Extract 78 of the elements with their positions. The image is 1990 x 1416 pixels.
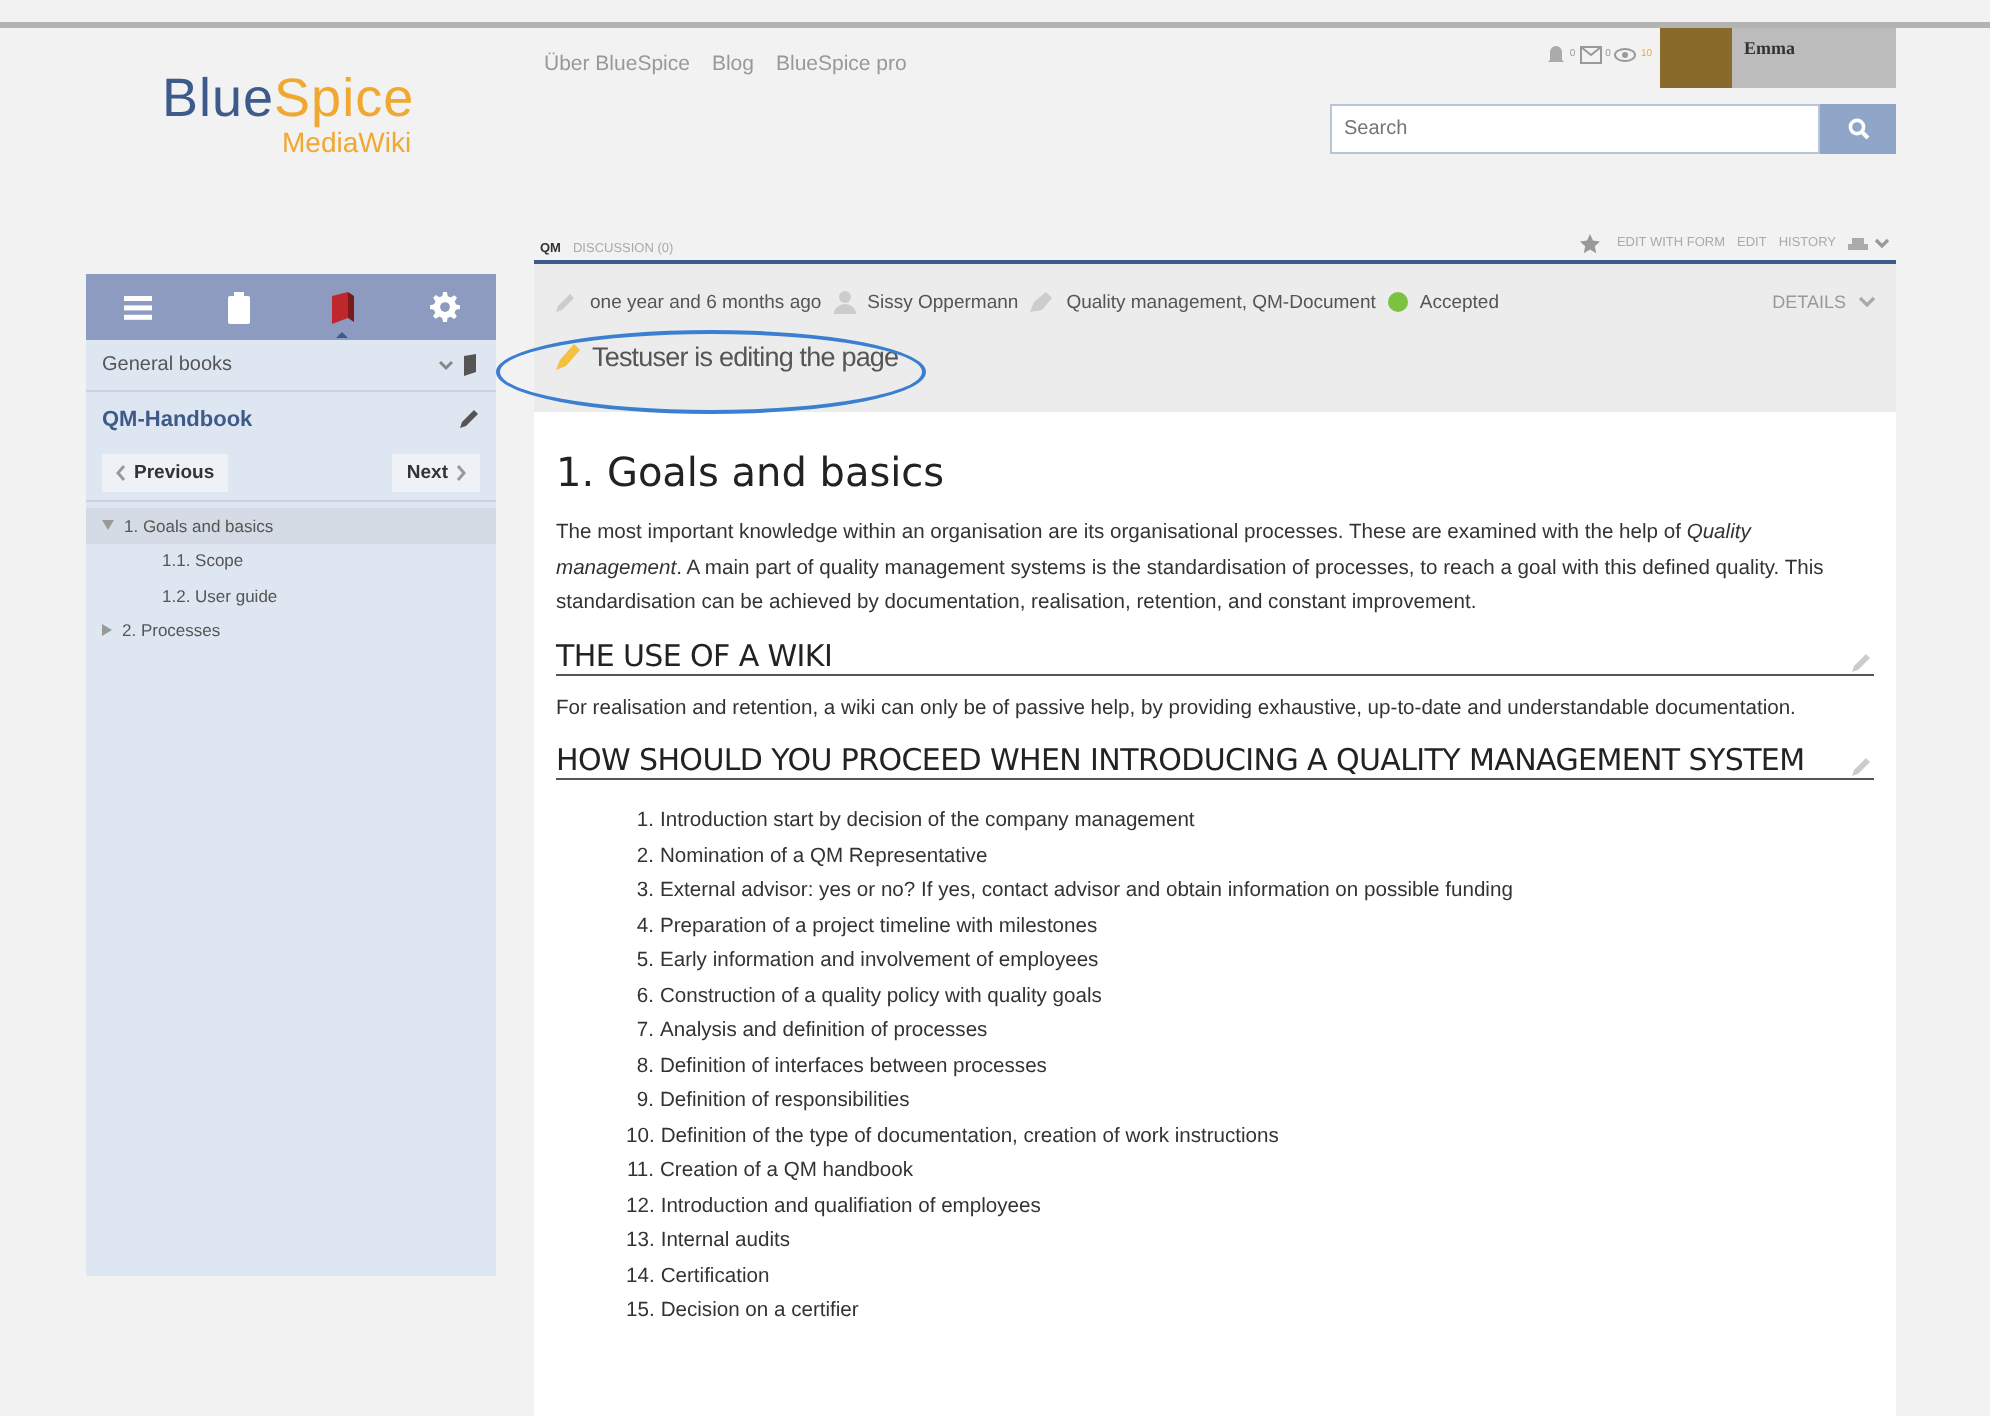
status-text: Accepted (1419, 291, 1500, 313)
list-item: Definition of the type of documentation, creation of work instructions (660, 1123, 1279, 1151)
tag-icon (1030, 292, 1055, 312)
toc-item[interactable]: 1.2. User guide (162, 585, 278, 606)
user-menu[interactable]: Emma (1660, 28, 1896, 88)
book-icon[interactable] (464, 354, 480, 376)
list-item: Early information and involvement of employees (660, 948, 1099, 976)
search-icon (1847, 118, 1869, 140)
list-item: Creation of a QM handbook (660, 1158, 913, 1186)
list-number: 2. (634, 843, 654, 871)
collapse-arrow-icon[interactable] (102, 624, 112, 637)
star-icon[interactable] (1580, 233, 1601, 253)
list-number: 5. (634, 948, 654, 976)
toc-item[interactable]: 1.1. Scope (162, 550, 244, 571)
list-number: 14. (626, 1263, 655, 1291)
list-item: Preparation of a project timeline with milestones (660, 913, 1098, 941)
list-item: Definition of responsibilities (660, 1088, 910, 1116)
book-selector[interactable]: General books (102, 354, 233, 376)
intro-paragraph: The most important knowledge within an organisation are its organisational processes. These are examined with the help of Quality management. A main part of quality management systems is the standardisation of processes, to reach a goal with this defined quality. This standardisation can be achieved by documentation, realisation, retention, and constant improvement. (556, 520, 1826, 618)
modified-time: one year and 6 months ago (590, 291, 822, 313)
list-number: 7. (634, 1018, 654, 1046)
categories-text[interactable]: Quality management, QM-Document (1066, 291, 1376, 313)
logo-text: BlueSpice (162, 72, 417, 126)
settings-icon[interactable] (429, 292, 460, 322)
edit-pencil-icon[interactable] (1850, 754, 1874, 778)
user-icon (833, 290, 856, 314)
list-item: Definition of interfaces between processes (660, 1053, 1047, 1081)
list-number: 3. (634, 878, 654, 906)
list-number: 4. (634, 913, 654, 941)
list-item: Nomination of a QM Representative (660, 843, 988, 871)
author-name[interactable]: Sissy Oppermann (867, 291, 1019, 313)
list-number: 10. (626, 1123, 655, 1151)
list-item: External advisor: yes or no? If yes, contact advisor and obtain information on possible funding (660, 878, 1513, 906)
list-number: 13. (626, 1228, 655, 1256)
pencil-icon[interactable] (458, 408, 480, 430)
avatar-placeholder (1660, 28, 1732, 88)
chevron-down-icon[interactable] (1858, 296, 1876, 308)
list-item: Introduction start by decision of the company management (660, 808, 1195, 836)
list-item: Analysis and definition of processes (660, 1018, 988, 1046)
toc-item[interactable]: 2. Processes (122, 620, 221, 641)
list-item: Construction of a quality policy with quality goals (660, 983, 1102, 1011)
search-button[interactable] (1820, 104, 1896, 154)
list-number: 1. (634, 808, 654, 836)
pencil-icon (554, 340, 582, 372)
eye-icon[interactable] (1614, 47, 1637, 61)
list-number: 12. (626, 1193, 655, 1221)
section-paragraph: For realisation and retention, a wiki can only be of passive help, by providing exhaustive, up-to-date and understandable documentation. (556, 695, 1798, 723)
list-number: 8. (634, 1053, 654, 1081)
editing-notice: Testuser is editing the page (592, 341, 899, 371)
print-icon[interactable] (1848, 235, 1868, 251)
list-number: 9. (634, 1088, 654, 1116)
page-title: 1. Goals and basics (556, 448, 947, 496)
book-icon[interactable] (331, 291, 354, 323)
section-heading: THE USE OF A WIKI (556, 637, 833, 673)
list-item: Certification (660, 1263, 770, 1291)
list-item: Introduction and qualifiation of employees (660, 1193, 1041, 1221)
chevron-right-icon (456, 464, 466, 482)
edit-pencil-icon[interactable] (1850, 649, 1874, 673)
list-number: 11. (626, 1158, 654, 1186)
mail-icon[interactable] (1579, 45, 1602, 63)
bell-icon[interactable] (1545, 44, 1566, 64)
list-item: Internal audits (660, 1228, 791, 1256)
expand-arrow-icon[interactable] (102, 520, 114, 531)
pencil-icon (554, 290, 578, 314)
logo-tagline: MediaWiki (282, 126, 414, 158)
list-number: 15. (626, 1298, 655, 1326)
chevron-left-icon (116, 464, 126, 482)
next-button[interactable]: Next (392, 454, 480, 492)
book-title: QM-Handbook (102, 407, 253, 431)
chevron-down-icon[interactable] (438, 359, 454, 371)
list-number: 6. (634, 983, 654, 1011)
list-item: Decision on a certifier (660, 1298, 859, 1326)
search-field[interactable]: Search (1330, 104, 1820, 154)
menu-icon[interactable] (123, 295, 152, 319)
clipboard-icon[interactable] (228, 291, 251, 323)
chevron-down-icon[interactable] (1874, 237, 1890, 249)
section-heading: HOW SHOULD YOU PROCEED WHEN INTRODUCING A QUALITY MANAGEMENT SYSTEM (556, 742, 1805, 778)
previous-button[interactable]: Previous (102, 454, 229, 492)
